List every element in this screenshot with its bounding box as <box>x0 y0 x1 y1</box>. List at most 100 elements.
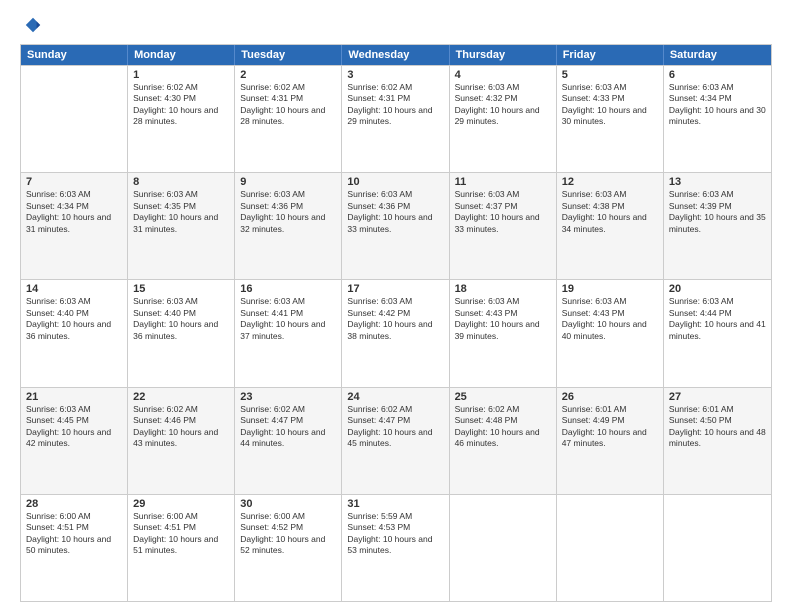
calendar-cell-17: 17Sunrise: 6:03 AMSunset: 4:42 PMDayligh… <box>342 280 449 386</box>
cell-info: Sunrise: 6:03 AMSunset: 4:38 PMDaylight:… <box>562 189 658 235</box>
logo-area <box>20 16 46 34</box>
cell-info: Sunrise: 6:02 AMSunset: 4:47 PMDaylight:… <box>240 404 336 450</box>
calendar-body: 1Sunrise: 6:02 AMSunset: 4:30 PMDaylight… <box>21 65 771 601</box>
cell-info: Sunrise: 6:03 AMSunset: 4:36 PMDaylight:… <box>347 189 443 235</box>
cell-info: Sunrise: 6:00 AMSunset: 4:51 PMDaylight:… <box>26 511 122 557</box>
calendar-cell-25: 25Sunrise: 6:02 AMSunset: 4:48 PMDayligh… <box>450 388 557 494</box>
cell-day-number: 17 <box>347 283 443 295</box>
calendar-cell-2: 2Sunrise: 6:02 AMSunset: 4:31 PMDaylight… <box>235 66 342 172</box>
cell-info: Sunrise: 6:03 AMSunset: 4:43 PMDaylight:… <box>562 296 658 342</box>
cell-info: Sunrise: 6:03 AMSunset: 4:34 PMDaylight:… <box>669 82 766 128</box>
calendar-weekday-wednesday: Wednesday <box>342 45 449 65</box>
cell-info: Sunrise: 6:03 AMSunset: 4:36 PMDaylight:… <box>240 189 336 235</box>
calendar-header-row: SundayMondayTuesdayWednesdayThursdayFrid… <box>21 45 771 65</box>
cell-day-number: 21 <box>26 391 122 403</box>
calendar-row-0: 1Sunrise: 6:02 AMSunset: 4:30 PMDaylight… <box>21 65 771 172</box>
cell-day-number: 22 <box>133 391 229 403</box>
cell-day-number: 2 <box>240 69 336 81</box>
cell-day-number: 30 <box>240 498 336 510</box>
cell-info: Sunrise: 6:02 AMSunset: 4:48 PMDaylight:… <box>455 404 551 450</box>
calendar: SundayMondayTuesdayWednesdayThursdayFrid… <box>20 44 772 602</box>
cell-day-number: 11 <box>455 176 551 188</box>
calendar-cell-11: 11Sunrise: 6:03 AMSunset: 4:37 PMDayligh… <box>450 173 557 279</box>
cell-day-number: 24 <box>347 391 443 403</box>
calendar-cell-5: 5Sunrise: 6:03 AMSunset: 4:33 PMDaylight… <box>557 66 664 172</box>
cell-day-number: 16 <box>240 283 336 295</box>
cell-info: Sunrise: 6:03 AMSunset: 4:37 PMDaylight:… <box>455 189 551 235</box>
cell-info: Sunrise: 6:03 AMSunset: 4:43 PMDaylight:… <box>455 296 551 342</box>
cell-info: Sunrise: 6:03 AMSunset: 4:35 PMDaylight:… <box>133 189 229 235</box>
calendar-weekday-monday: Monday <box>128 45 235 65</box>
cell-day-number: 25 <box>455 391 551 403</box>
cell-day-number: 5 <box>562 69 658 81</box>
calendar-cell-9: 9Sunrise: 6:03 AMSunset: 4:36 PMDaylight… <box>235 173 342 279</box>
cell-info: Sunrise: 6:02 AMSunset: 4:31 PMDaylight:… <box>240 82 336 128</box>
cell-day-number: 19 <box>562 283 658 295</box>
cell-info: Sunrise: 6:02 AMSunset: 4:31 PMDaylight:… <box>347 82 443 128</box>
cell-info: Sunrise: 6:01 AMSunset: 4:50 PMDaylight:… <box>669 404 766 450</box>
calendar-cell-21: 21Sunrise: 6:03 AMSunset: 4:45 PMDayligh… <box>21 388 128 494</box>
cell-day-number: 15 <box>133 283 229 295</box>
calendar-row-1: 7Sunrise: 6:03 AMSunset: 4:34 PMDaylight… <box>21 172 771 279</box>
cell-info: Sunrise: 6:02 AMSunset: 4:47 PMDaylight:… <box>347 404 443 450</box>
calendar-cell-empty <box>664 495 771 601</box>
cell-info: Sunrise: 6:02 AMSunset: 4:46 PMDaylight:… <box>133 404 229 450</box>
calendar-cell-24: 24Sunrise: 6:02 AMSunset: 4:47 PMDayligh… <box>342 388 449 494</box>
cell-day-number: 7 <box>26 176 122 188</box>
cell-day-number: 4 <box>455 69 551 81</box>
header <box>20 16 772 34</box>
calendar-cell-14: 14Sunrise: 6:03 AMSunset: 4:40 PMDayligh… <box>21 280 128 386</box>
calendar-cell-empty <box>21 66 128 172</box>
calendar-cell-12: 12Sunrise: 6:03 AMSunset: 4:38 PMDayligh… <box>557 173 664 279</box>
calendar-cell-8: 8Sunrise: 6:03 AMSunset: 4:35 PMDaylight… <box>128 173 235 279</box>
calendar-cell-1: 1Sunrise: 6:02 AMSunset: 4:30 PMDaylight… <box>128 66 235 172</box>
cell-day-number: 10 <box>347 176 443 188</box>
calendar-cell-29: 29Sunrise: 6:00 AMSunset: 4:51 PMDayligh… <box>128 495 235 601</box>
calendar-cell-31: 31Sunrise: 5:59 AMSunset: 4:53 PMDayligh… <box>342 495 449 601</box>
calendar-cell-18: 18Sunrise: 6:03 AMSunset: 4:43 PMDayligh… <box>450 280 557 386</box>
cell-info: Sunrise: 6:03 AMSunset: 4:45 PMDaylight:… <box>26 404 122 450</box>
calendar-cell-16: 16Sunrise: 6:03 AMSunset: 4:41 PMDayligh… <box>235 280 342 386</box>
cell-info: Sunrise: 6:03 AMSunset: 4:40 PMDaylight:… <box>26 296 122 342</box>
cell-day-number: 29 <box>133 498 229 510</box>
calendar-weekday-sunday: Sunday <box>21 45 128 65</box>
calendar-cell-30: 30Sunrise: 6:00 AMSunset: 4:52 PMDayligh… <box>235 495 342 601</box>
cell-day-number: 23 <box>240 391 336 403</box>
calendar-row-3: 21Sunrise: 6:03 AMSunset: 4:45 PMDayligh… <box>21 387 771 494</box>
cell-day-number: 1 <box>133 69 229 81</box>
cell-day-number: 31 <box>347 498 443 510</box>
calendar-cell-empty <box>450 495 557 601</box>
calendar-cell-22: 22Sunrise: 6:02 AMSunset: 4:46 PMDayligh… <box>128 388 235 494</box>
cell-day-number: 28 <box>26 498 122 510</box>
cell-day-number: 13 <box>669 176 766 188</box>
logo <box>20 16 46 34</box>
calendar-cell-13: 13Sunrise: 6:03 AMSunset: 4:39 PMDayligh… <box>664 173 771 279</box>
calendar-weekday-tuesday: Tuesday <box>235 45 342 65</box>
cell-info: Sunrise: 6:03 AMSunset: 4:44 PMDaylight:… <box>669 296 766 342</box>
calendar-cell-7: 7Sunrise: 6:03 AMSunset: 4:34 PMDaylight… <box>21 173 128 279</box>
cell-day-number: 14 <box>26 283 122 295</box>
page: SundayMondayTuesdayWednesdayThursdayFrid… <box>0 0 792 612</box>
cell-day-number: 8 <box>133 176 229 188</box>
cell-info: Sunrise: 6:00 AMSunset: 4:52 PMDaylight:… <box>240 511 336 557</box>
cell-day-number: 26 <box>562 391 658 403</box>
cell-info: Sunrise: 6:03 AMSunset: 4:32 PMDaylight:… <box>455 82 551 128</box>
cell-day-number: 9 <box>240 176 336 188</box>
calendar-cell-28: 28Sunrise: 6:00 AMSunset: 4:51 PMDayligh… <box>21 495 128 601</box>
logo-icon <box>24 16 42 34</box>
calendar-weekday-thursday: Thursday <box>450 45 557 65</box>
calendar-cell-10: 10Sunrise: 6:03 AMSunset: 4:36 PMDayligh… <box>342 173 449 279</box>
cell-day-number: 3 <box>347 69 443 81</box>
cell-info: Sunrise: 6:02 AMSunset: 4:30 PMDaylight:… <box>133 82 229 128</box>
calendar-cell-6: 6Sunrise: 6:03 AMSunset: 4:34 PMDaylight… <box>664 66 771 172</box>
calendar-cell-20: 20Sunrise: 6:03 AMSunset: 4:44 PMDayligh… <box>664 280 771 386</box>
cell-info: Sunrise: 6:03 AMSunset: 4:41 PMDaylight:… <box>240 296 336 342</box>
calendar-cell-27: 27Sunrise: 6:01 AMSunset: 4:50 PMDayligh… <box>664 388 771 494</box>
calendar-row-2: 14Sunrise: 6:03 AMSunset: 4:40 PMDayligh… <box>21 279 771 386</box>
calendar-cell-26: 26Sunrise: 6:01 AMSunset: 4:49 PMDayligh… <box>557 388 664 494</box>
cell-day-number: 6 <box>669 69 766 81</box>
cell-info: Sunrise: 6:03 AMSunset: 4:34 PMDaylight:… <box>26 189 122 235</box>
cell-day-number: 20 <box>669 283 766 295</box>
cell-info: Sunrise: 6:03 AMSunset: 4:40 PMDaylight:… <box>133 296 229 342</box>
cell-info: Sunrise: 6:01 AMSunset: 4:49 PMDaylight:… <box>562 404 658 450</box>
